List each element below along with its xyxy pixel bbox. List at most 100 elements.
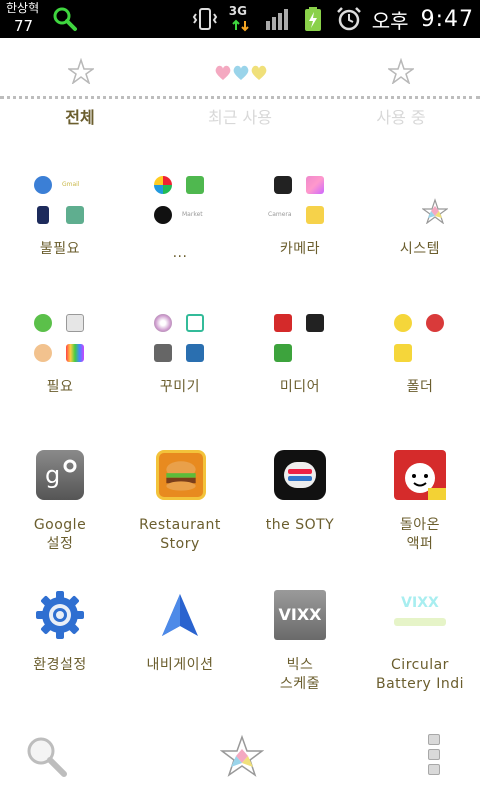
home-star-icon[interactable] (220, 734, 264, 778)
bell-mini-icon (426, 314, 444, 332)
folder-preview: Market (154, 176, 208, 230)
app-label: Restaurant (139, 517, 221, 533)
tab-in-use[interactable]: 사용 중 (356, 104, 446, 132)
palette-mini-icon (34, 344, 52, 362)
app-dolaon[interactable]: 돌아온 액퍼 (360, 450, 480, 590)
vixx-battery-icon: VIXX (394, 590, 446, 640)
folder-system[interactable]: 시스템 (360, 176, 480, 316)
app-mini-icon (34, 176, 52, 194)
app-settings[interactable]: 환경설정 (0, 590, 120, 730)
app-mini-icon (66, 344, 84, 362)
folder-preview (274, 314, 328, 368)
folder-media[interactable]: 미디어 (240, 314, 360, 454)
star-color-icon (422, 198, 448, 224)
app-the-soty[interactable]: the SOTY (240, 450, 360, 590)
app-mini-icon (154, 176, 172, 194)
app-mini-icon (186, 176, 204, 194)
app-label-line2: Story (160, 536, 200, 552)
hearts-icon (215, 65, 267, 80)
folder-preview (34, 314, 88, 368)
folder-camera[interactable]: Camera 카메라 (240, 176, 360, 316)
flash-mini-icon (274, 314, 292, 332)
disc-mini-icon (154, 314, 172, 332)
app-restaurant-story[interactable]: Restaurant Story (120, 450, 240, 590)
market-mini-label: Market (182, 211, 203, 218)
folder-label: 미디어 (279, 379, 321, 395)
app-mini-icon (34, 314, 52, 332)
navigation-arrow-icon (162, 594, 198, 636)
camera-mini-icon (274, 176, 292, 194)
music-mini-icon (186, 314, 204, 332)
app-label-line2: Battery Indi (375, 676, 465, 692)
app-label: 내비게이션 (146, 657, 214, 673)
folder-preview: Camera (268, 176, 328, 230)
status-bar: 한상혁 77 3G 오후 9:47 (0, 0, 480, 38)
network-3g-icon: 3G (228, 4, 254, 32)
app-mini-icon (154, 344, 172, 362)
app-navigation[interactable]: 내비게이션 (120, 590, 240, 730)
app-label: 돌아온 (399, 517, 441, 533)
folder-label: 필요 (46, 379, 74, 395)
camera-mini-label: Camera (268, 211, 292, 218)
app-mini-icon (394, 344, 412, 362)
status-icons: 3G 오후 9:47 (192, 4, 474, 34)
time-ampm: 오후 (371, 8, 409, 33)
header-decoration (0, 50, 480, 94)
clock-time: 9:47 (420, 6, 474, 32)
tab-recent[interactable]: 최근 사용 (190, 104, 290, 132)
vixx-icon-text: VIXX (278, 605, 322, 624)
signal-strength-icon (265, 9, 288, 30)
bottom-bar (0, 720, 480, 800)
star-outline-icon (388, 58, 414, 84)
folder-unneeded[interactable]: Gmail 불필요 (0, 176, 120, 316)
star-outline-icon (68, 58, 94, 84)
divider (0, 96, 480, 99)
dolaon-app-icon (394, 450, 446, 500)
app-mini-icon (306, 314, 324, 332)
folder-preview (394, 314, 448, 368)
app-mini-icon (274, 344, 292, 362)
app-circular-battery[interactable]: VIXX Circular Battery Indi (360, 590, 480, 730)
app-mini-icon (306, 176, 324, 194)
carrier-name: 한상혁 (6, 1, 40, 15)
soty-icon (274, 450, 326, 500)
menu-icon[interactable] (426, 734, 442, 780)
folder-label: 시스템 (399, 241, 441, 257)
vixx-icon: VIXX (274, 590, 326, 640)
restaurant-story-icon (156, 450, 206, 500)
app-label-line2: 설정 (46, 536, 74, 552)
folder-needed[interactable]: 필요 (0, 314, 120, 454)
battery-bar (394, 618, 446, 626)
folder-label: 불필요 (39, 241, 81, 257)
google-settings-icon: g (36, 450, 84, 500)
app-label: Google (33, 517, 87, 533)
tab-bar: 전체 최근 사용 사용 중 (0, 104, 480, 134)
folder-preview (154, 314, 208, 368)
app-label: Circular (391, 657, 449, 673)
svg-text:g: g (45, 461, 60, 489)
contacts-mini-icon (66, 206, 84, 224)
app-mini-icon (154, 206, 172, 224)
app-label: 빅스 (286, 657, 314, 673)
folder-folder[interactable]: 폴더 (360, 314, 480, 454)
phone-mini-icon (37, 206, 49, 224)
app-vixx-schedule[interactable]: VIXX 빅스 스케줄 (240, 590, 360, 730)
vibrate-icon (192, 8, 217, 30)
app-mini-icon (306, 206, 324, 224)
battery-charging-icon (304, 7, 321, 31)
search-icon[interactable] (24, 734, 68, 778)
vixx-battery-icon-text: VIXX (401, 595, 439, 611)
app-mini-icon (186, 344, 204, 362)
search-notification-icon (53, 7, 77, 31)
tab-all[interactable]: 전체 (40, 104, 120, 132)
app-label-line2: 스케줄 (279, 676, 321, 692)
carrier-sub: 77 (14, 17, 34, 35)
folder-dots[interactable]: Market ... (120, 176, 240, 316)
emoji-mini-icon (394, 314, 412, 332)
folder-label: 카메라 (279, 241, 321, 257)
app-google-settings[interactable]: g Google 설정 (0, 450, 120, 590)
app-label: the SOTY (265, 517, 335, 533)
folder-decorate[interactable]: 꾸미기 (120, 314, 240, 454)
folder-preview: Gmail (34, 176, 88, 230)
folder-label: 꾸미기 (159, 379, 201, 395)
